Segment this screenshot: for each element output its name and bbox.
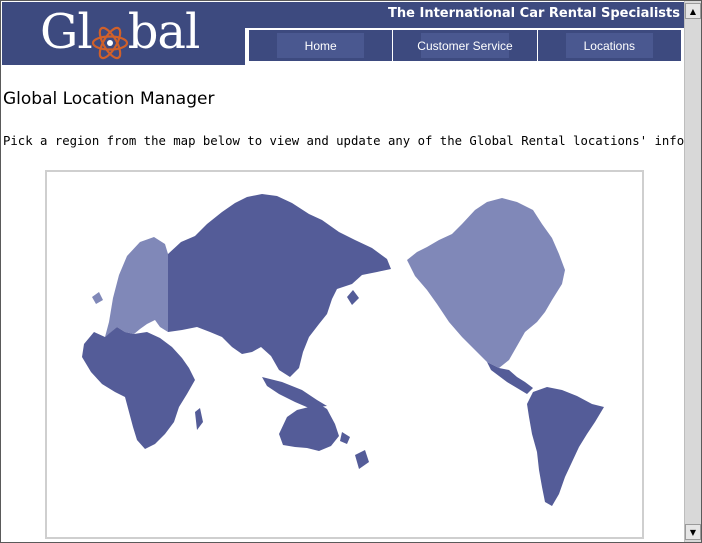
region-central-america[interactable] [487,362,533,394]
scroll-up-arrow-icon[interactable]: ▲ [685,3,701,19]
world-map-svg [82,194,604,506]
nav-home-label: Home [304,38,337,53]
logo[interactable]: Gl bal [2,2,245,65]
tagline: The International Car Rental Specialists [388,6,680,21]
site-header: Gl bal The International Car Rental Speci… [1,1,684,65]
region-europe[interactable] [92,237,168,337]
main-nav: Home Customer Service Locations [249,30,681,61]
nav-locations[interactable]: Locations [538,30,681,61]
region-south-america[interactable] [527,387,604,506]
region-asia[interactable] [168,194,391,408]
world-map [45,170,644,539]
region-australia[interactable] [279,404,369,469]
atom-icon [91,26,129,60]
nav-customer-service-label: Customer Service [417,38,513,53]
region-africa[interactable] [82,327,203,449]
nav-locations-label: Locations [583,38,635,53]
instructions-text: Pick a region from the map below to view… [3,134,702,148]
browser-viewport: Gl bal The International Car Rental Speci… [0,0,702,543]
scroll-down-arrow-icon[interactable]: ▼ [685,524,701,540]
nav-home[interactable]: Home [249,30,394,61]
page-title: Global Location Manager [3,89,215,109]
region-north-america[interactable] [407,198,565,368]
vertical-scrollbar[interactable]: ▲ ▼ [684,1,701,542]
nav-customer-service[interactable]: Customer Service [393,30,538,61]
tagline-bar: The International Car Rental Specialists [245,2,684,28]
